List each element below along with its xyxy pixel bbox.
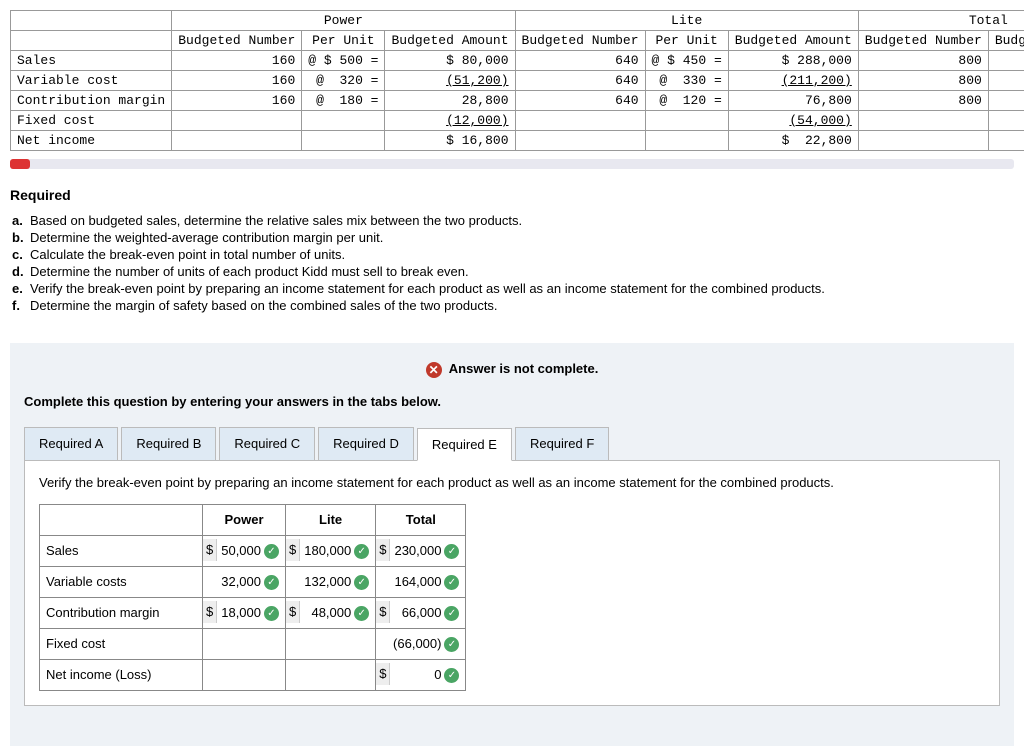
tab-required-a[interactable]: Required A	[24, 427, 118, 460]
sub-h: Budgeted Amount	[385, 31, 515, 51]
answer-cell[interactable]: $180,000✓	[286, 535, 376, 566]
tab-required-f[interactable]: Required F	[515, 427, 609, 460]
sub-h: Budgeted Amount	[728, 31, 858, 51]
check-icon: ✓	[354, 575, 369, 590]
answer-cell[interactable]	[286, 628, 376, 659]
tabs: Required ARequired BRequired CRequired D…	[24, 427, 1000, 461]
answer-instruction: Complete this question by entering your …	[24, 394, 1000, 409]
answer-row-label: Sales	[40, 535, 203, 566]
sub-h: Per Unit	[645, 31, 728, 51]
answer-cell[interactable]: $0✓	[376, 659, 466, 690]
check-icon: ✓	[444, 575, 459, 590]
progress-bar	[10, 159, 1014, 169]
sub-h: Budgeted Number	[515, 31, 645, 51]
group-lite: Lite	[515, 11, 858, 31]
answer-cell[interactable]: 132,000✓	[286, 566, 376, 597]
answer-cell[interactable]: $230,000✓	[376, 535, 466, 566]
col-total: Total	[376, 504, 466, 535]
answer-cell[interactable]: $18,000✓	[203, 597, 286, 628]
group-total: Total	[858, 11, 1024, 31]
sub-h: Budgeted Number	[858, 31, 988, 51]
required-item: Based on budgeted sales, determine the r…	[30, 213, 1014, 228]
required-item: Verify the break-even point by preparing…	[30, 281, 1014, 296]
row-label: Variable cost	[11, 71, 172, 91]
tab-description: Verify the break-even point by preparing…	[39, 475, 985, 490]
sub-h: Per Unit	[302, 31, 385, 51]
answer-row-label: Variable costs	[40, 566, 203, 597]
answer-cell[interactable]	[203, 628, 286, 659]
answer-cell[interactable]: 32,000✓	[203, 566, 286, 597]
row-label: Sales	[11, 51, 172, 71]
status-text: Answer is not complete.	[449, 361, 599, 376]
col-lite: Lite	[286, 504, 376, 535]
required-section: Required Based on budgeted sales, determ…	[10, 187, 1014, 313]
tab-content: Verify the break-even point by preparing…	[24, 461, 1000, 706]
required-heading: Required	[10, 187, 1014, 203]
answer-cell[interactable]	[286, 659, 376, 690]
required-item: Determine the weighted-average contribut…	[30, 230, 1014, 245]
error-icon: ✕	[426, 362, 442, 378]
check-icon: ✓	[264, 544, 279, 559]
answer-table: Power Lite Total Sales$50,000✓$180,000✓$…	[39, 504, 466, 691]
answer-cell[interactable]	[203, 659, 286, 690]
budget-table: Power Lite Total Budgeted Number Per Uni…	[10, 10, 1024, 151]
answer-row-label: Fixed cost	[40, 628, 203, 659]
col-power: Power	[203, 504, 286, 535]
sub-h: Budgeted Amount	[988, 31, 1024, 51]
check-icon: ✓	[444, 544, 459, 559]
check-icon: ✓	[264, 606, 279, 621]
answer-cell[interactable]: $50,000✓	[203, 535, 286, 566]
check-icon: ✓	[444, 606, 459, 621]
row-label: Net income	[11, 131, 172, 151]
check-icon: ✓	[264, 575, 279, 590]
tab-required-b[interactable]: Required B	[121, 427, 216, 460]
row-label: Fixed cost	[11, 111, 172, 131]
answer-row-label: Contribution margin	[40, 597, 203, 628]
answer-row-label: Net income (Loss)	[40, 659, 203, 690]
check-icon: ✓	[354, 606, 369, 621]
required-item: Calculate the break-even point in total …	[30, 247, 1014, 262]
answer-cell[interactable]: 164,000✓	[376, 566, 466, 597]
answer-cell[interactable]: $66,000✓	[376, 597, 466, 628]
required-list: Based on budgeted sales, determine the r…	[12, 213, 1014, 313]
required-item: Determine the margin of safety based on …	[30, 298, 1014, 313]
check-icon: ✓	[444, 668, 459, 683]
status-line: ✕ Answer is not complete.	[24, 361, 1000, 378]
group-power: Power	[172, 11, 515, 31]
tab-required-d[interactable]: Required D	[318, 427, 414, 460]
row-label: Contribution margin	[11, 91, 172, 111]
sub-h: Budgeted Number	[172, 31, 302, 51]
answer-cell[interactable]: $48,000✓	[286, 597, 376, 628]
tab-required-c[interactable]: Required C	[219, 427, 315, 460]
answer-cell[interactable]: (66,000)✓	[376, 628, 466, 659]
tab-required-e[interactable]: Required E	[417, 428, 512, 461]
answer-area: ✕ Answer is not complete. Complete this …	[10, 343, 1014, 746]
required-item: Determine the number of units of each pr…	[30, 264, 1014, 279]
check-icon: ✓	[444, 637, 459, 652]
check-icon: ✓	[354, 544, 369, 559]
